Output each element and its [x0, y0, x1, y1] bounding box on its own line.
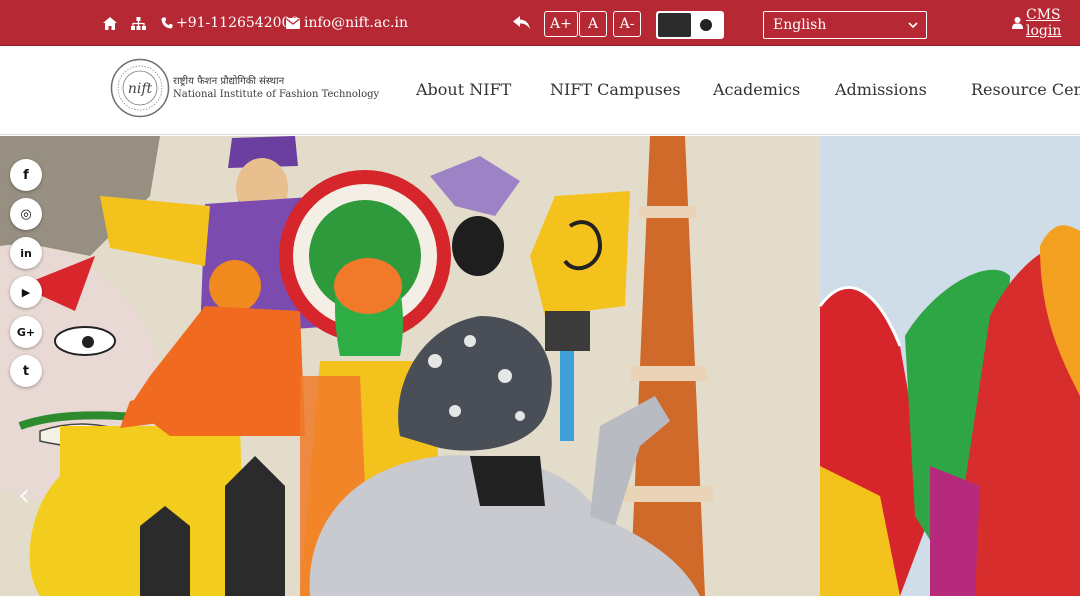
top-utility-bar: +91-1126542000 info@nift.ac.in A+ A A- E… — [0, 0, 1080, 46]
language-selected-value: English — [773, 17, 827, 33]
logo-text[interactable]: राष्ट्रीय फैशन प्रौद्योगिकी संस्थान Nati… — [173, 76, 379, 101]
facebook-icon[interactable]: f — [10, 159, 42, 191]
envelope-icon — [286, 0, 300, 46]
logo-hindi-name: राष्ट्रीय फैशन प्रौद्योगिकी संस्थान — [173, 76, 285, 87]
language-select[interactable]: English — [763, 11, 927, 39]
slider-prev-button[interactable]: ‹ — [18, 478, 30, 513]
page-bottom-edge — [0, 596, 1080, 600]
home-icon[interactable] — [103, 0, 117, 46]
linkedin-icon[interactable]: in — [10, 237, 42, 269]
instagram-icon[interactable]: ◎ — [10, 198, 42, 230]
hero-mural-image — [0, 136, 1080, 596]
cms-login-link[interactable]: CMS login — [1026, 0, 1080, 46]
hero-slider[interactable]: f ◎ in ▶ G+ t ‹ — [0, 136, 1080, 596]
chevron-down-icon — [908, 20, 918, 30]
user-icon — [1012, 0, 1023, 46]
font-decrease-button[interactable]: A- — [613, 11, 641, 37]
google-plus-icon[interactable]: G+ — [10, 316, 42, 348]
font-normal-button[interactable]: A — [579, 11, 607, 37]
phone-icon — [161, 0, 173, 46]
nav-nift-campuses[interactable]: NIFT Campuses — [550, 80, 681, 99]
nav-resource-centre[interactable]: Resource Centre — [971, 80, 1080, 99]
contrast-dark-segment — [658, 13, 691, 37]
nift-logo-seal[interactable]: nift — [110, 58, 170, 118]
nav-academics[interactable]: Academics — [713, 80, 800, 99]
site-header: nift राष्ट्रीय फैशन प्रौद्योगिकी संस्थान… — [0, 46, 1080, 135]
nav-admissions[interactable]: Admissions — [835, 80, 927, 99]
contrast-toggle[interactable] — [656, 11, 724, 39]
nav-about-nift[interactable]: About NIFT — [416, 80, 511, 99]
back-arrow-icon[interactable] — [513, 0, 531, 46]
sitemap-icon[interactable] — [131, 0, 146, 46]
logo-english-name: National Institute of Fashion Technology — [173, 89, 380, 100]
youtube-icon[interactable]: ▶ — [10, 276, 42, 308]
font-increase-button[interactable]: A+ — [544, 11, 578, 37]
twitter-icon[interactable]: t — [10, 355, 42, 387]
email-link[interactable]: info@nift.ac.in — [304, 0, 408, 46]
contrast-knob — [700, 19, 712, 31]
phone-number-link[interactable]: +91-1126542000 — [176, 0, 299, 46]
logo-seal-text: nift — [128, 81, 153, 97]
